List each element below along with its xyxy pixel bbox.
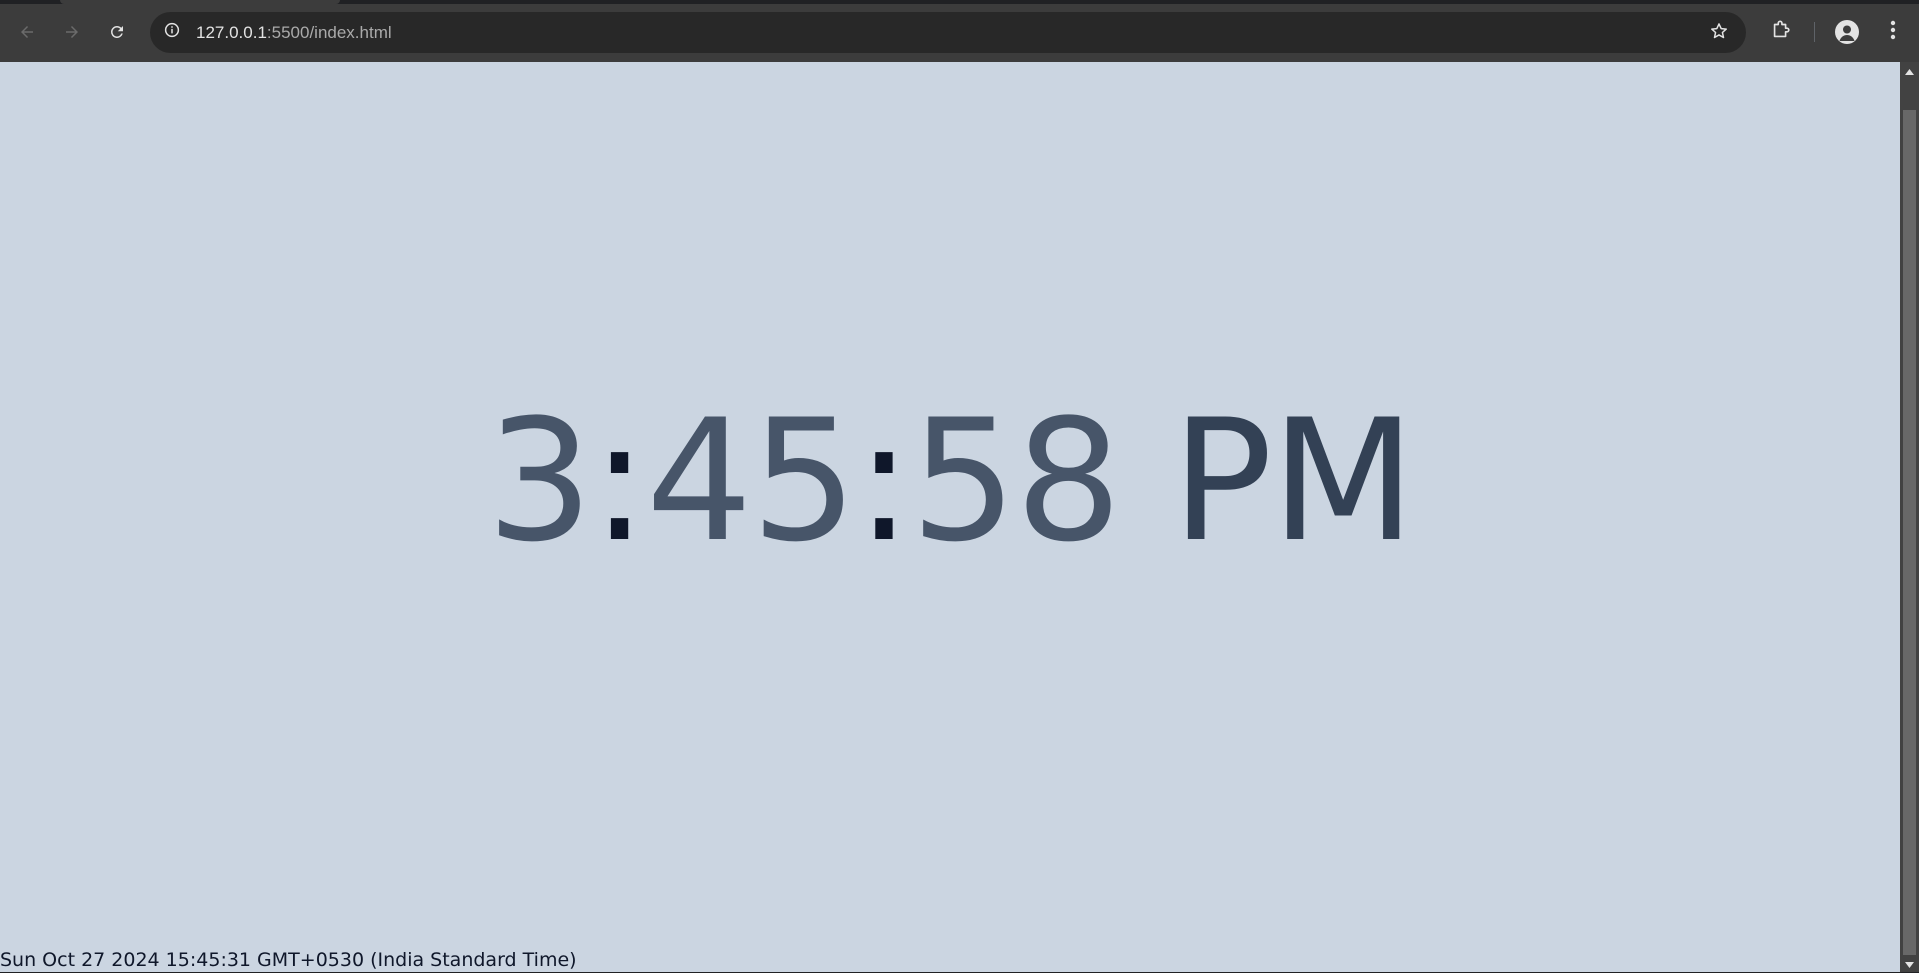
active-tab-edge[interactable] (60, 0, 340, 4)
address-bar[interactable]: 127.0.0.1:5500/index.html (150, 12, 1746, 53)
triangle-up-icon (1905, 62, 1914, 80)
kebab-menu-icon (1889, 19, 1897, 46)
clock-ampm: PM (1171, 383, 1415, 579)
profile-button[interactable] (1829, 14, 1865, 50)
triangle-down-icon (1905, 955, 1914, 973)
bookmark-button[interactable] (1706, 20, 1732, 46)
clock-separator: : (855, 383, 913, 579)
star-icon (1709, 21, 1729, 46)
scroll-down-button[interactable] (1900, 955, 1919, 972)
url-path: :5500/index.html (266, 23, 392, 42)
site-info-button[interactable] (158, 18, 186, 46)
browser-toolbar: 127.0.0.1:5500/index.html (0, 0, 1919, 62)
person-icon (1835, 20, 1859, 44)
extensions-button[interactable] (1763, 14, 1799, 50)
arrow-left-icon (18, 23, 36, 41)
puzzle-icon (1770, 19, 1792, 46)
clock-separator: : (591, 383, 648, 579)
tab-strip (0, 0, 1919, 4)
clock-hour: 3 (486, 383, 593, 579)
scroll-up-button[interactable] (1900, 62, 1919, 79)
clock-second: 58 (910, 383, 1122, 579)
digital-clock: 3:45:58 PM (0, 397, 1900, 565)
toolbar-divider (1814, 22, 1815, 42)
back-button[interactable] (9, 14, 45, 50)
url-host: 127.0.0.1 (196, 23, 267, 42)
reload-button[interactable] (99, 14, 135, 50)
arrow-right-icon (63, 23, 81, 41)
page-viewport: 3:45:58 PM Sun Oct 27 2024 15:45:31 GMT+… (0, 62, 1900, 972)
forward-button[interactable] (54, 14, 90, 50)
reload-icon (108, 23, 126, 41)
date-string: Sun Oct 27 2024 15:45:31 GMT+0530 (India… (0, 949, 577, 971)
menu-button[interactable] (1878, 14, 1908, 50)
clock-minute: 45 (645, 383, 858, 579)
scrollbar-thumb[interactable] (1903, 110, 1916, 955)
vertical-scrollbar[interactable] (1900, 62, 1919, 972)
url-text[interactable]: 127.0.0.1:5500/index.html (196, 23, 392, 43)
info-icon (163, 21, 181, 44)
